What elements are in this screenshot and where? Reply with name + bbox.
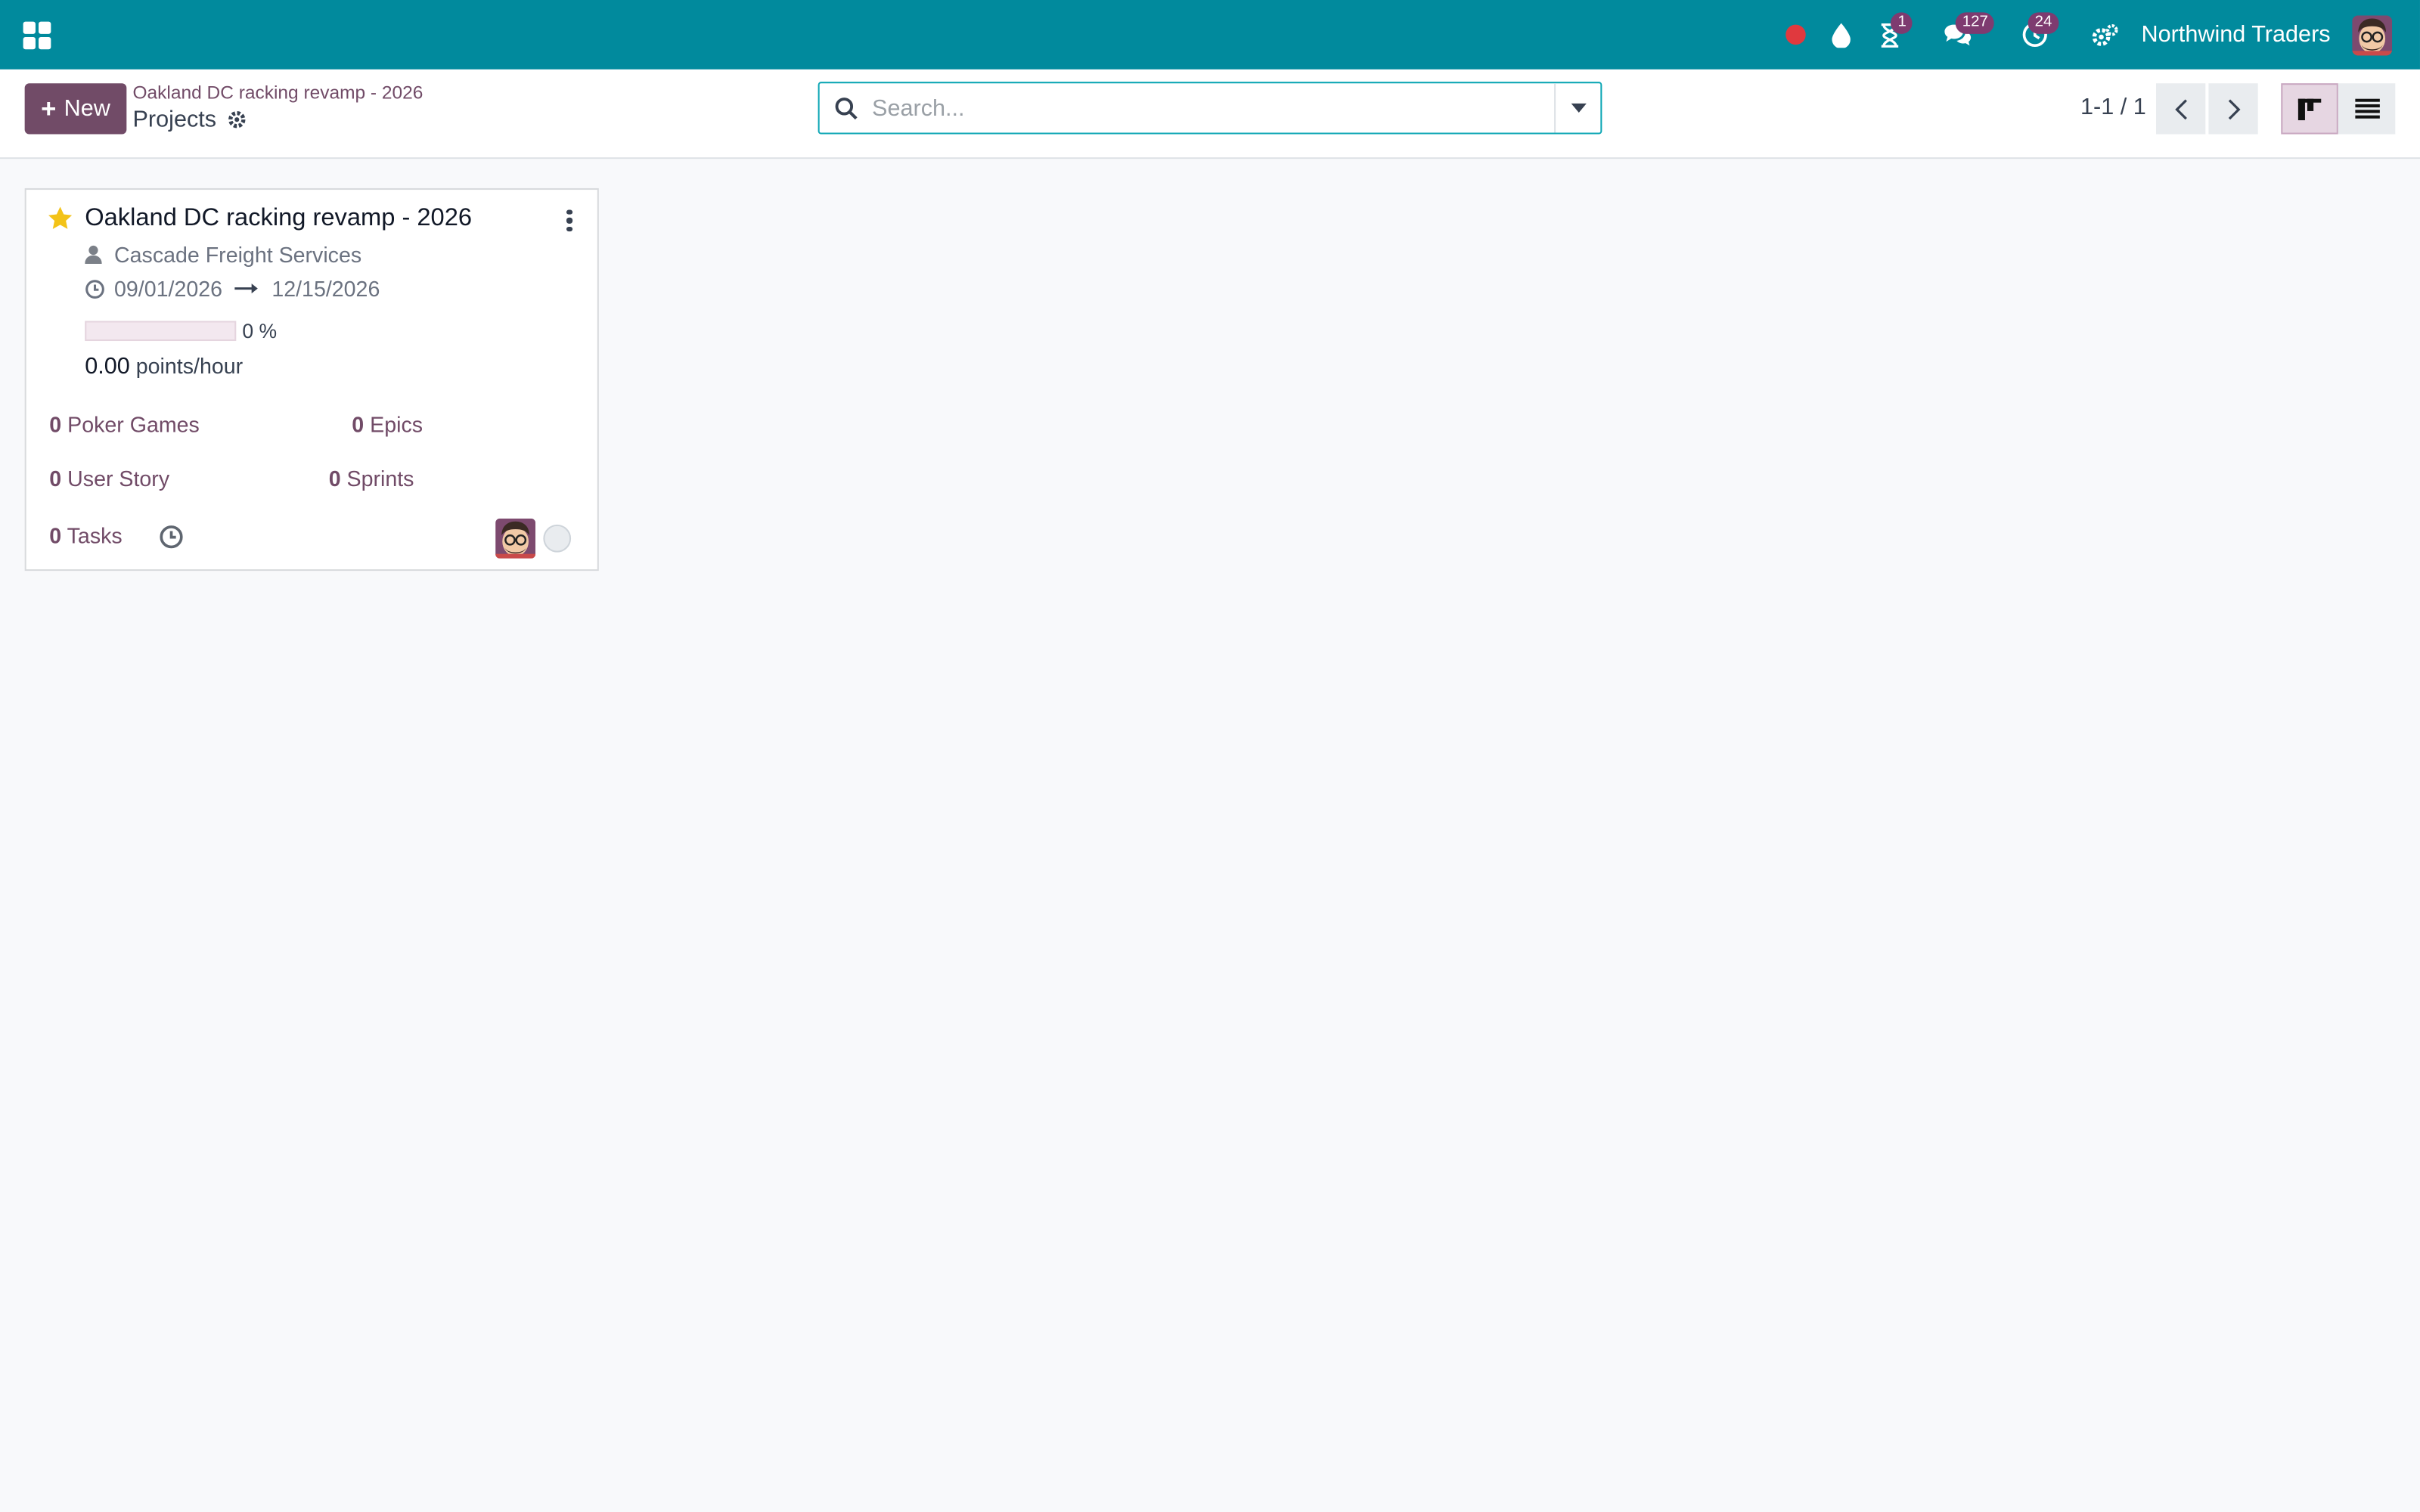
top-navbar: 1 127 24 Northwind Traders bbox=[0, 0, 2420, 70]
user-story-link[interactable]: 0 User Story bbox=[49, 466, 169, 491]
progress-bar bbox=[85, 321, 237, 342]
project-title[interactable]: Oakland DC racking revamp - 2026 bbox=[85, 205, 472, 233]
clock-icon bbox=[85, 279, 104, 298]
pager-value[interactable]: 1-1 / 1 bbox=[2080, 94, 2146, 120]
company-name: Northwind Traders bbox=[2141, 21, 2331, 48]
systray: 1 127 24 Northwind Traders bbox=[1774, 0, 2420, 70]
date-start: 09/01/2026 bbox=[114, 276, 223, 301]
poker-games-link[interactable]: 0 Poker Games bbox=[49, 412, 200, 437]
activity-badge: 1 bbox=[1891, 12, 1913, 34]
new-button-label: New bbox=[64, 95, 110, 122]
search-input[interactable] bbox=[872, 85, 1555, 132]
timesheet-button[interactable]: 24 bbox=[2009, 0, 2061, 70]
search-options-toggle[interactable] bbox=[1554, 83, 1600, 133]
breadcrumb-current: Projects bbox=[133, 107, 247, 133]
user-icon bbox=[85, 245, 102, 264]
cogs-icon bbox=[2093, 23, 2119, 45]
favorite-star-icon[interactable] bbox=[48, 206, 73, 237]
project-status-indicator[interactable] bbox=[543, 524, 572, 553]
company-switcher[interactable]: Northwind Traders bbox=[2141, 0, 2330, 70]
activity-clock-icon[interactable] bbox=[159, 525, 184, 557]
date-end: 12/15/2026 bbox=[271, 276, 380, 301]
user-story-count: 0 bbox=[49, 466, 62, 491]
drop-icon[interactable] bbox=[1820, 0, 1863, 70]
new-project-button[interactable]: + New bbox=[24, 83, 127, 135]
kanban-icon bbox=[2297, 98, 2322, 120]
velocity-unit: points/hour bbox=[135, 353, 244, 378]
apps-menu-icon[interactable] bbox=[18, 17, 52, 51]
breadcrumb-current-label: Projects bbox=[132, 106, 217, 133]
pager-previous-button[interactable] bbox=[2155, 83, 2206, 135]
settings-cogs-button[interactable] bbox=[2083, 0, 2129, 70]
customer-name: Cascade Freight Services bbox=[114, 242, 362, 268]
epics-link[interactable]: 0 Epics bbox=[352, 412, 423, 437]
caret-down-icon bbox=[1570, 103, 1586, 113]
progress-label: 0 % bbox=[242, 319, 278, 343]
progress-row: 0 % bbox=[85, 319, 277, 342]
kanban-view-button[interactable] bbox=[2281, 83, 2338, 135]
project-kanban-page: 1 127 24 Northwind Traders + New Oakland… bbox=[0, 0, 2420, 1512]
sprints-link[interactable]: 0 Sprints bbox=[329, 466, 414, 491]
tasks-count: 0 bbox=[49, 522, 62, 548]
gear-icon[interactable] bbox=[227, 110, 247, 130]
project-card[interactable]: Oakland DC racking revamp - 2026 Cascade… bbox=[24, 187, 599, 572]
velocity-value: 0.00 bbox=[85, 353, 130, 380]
plus-icon: + bbox=[41, 94, 57, 124]
epics-count: 0 bbox=[352, 411, 365, 437]
breadcrumb-parent-link[interactable]: Oakland DC racking revamp - 2026 bbox=[133, 82, 424, 104]
messages-button[interactable]: 127 bbox=[1928, 0, 1994, 70]
search-bar bbox=[818, 82, 1602, 135]
user-story-label: User Story bbox=[67, 466, 170, 491]
sprints-count: 0 bbox=[328, 466, 341, 491]
user-avatar bbox=[2352, 14, 2393, 55]
list-view-button[interactable] bbox=[2338, 83, 2396, 135]
pager-next-button[interactable] bbox=[2208, 83, 2258, 135]
poker-games-count: 0 bbox=[49, 411, 62, 437]
date-range-row: 09/01/2026 12/15/2026 bbox=[85, 276, 380, 301]
card-menu-kebab-icon[interactable] bbox=[557, 205, 582, 236]
arrow-right-icon bbox=[234, 284, 258, 294]
epics-label: Epics bbox=[370, 411, 424, 437]
messages-badge: 127 bbox=[1956, 12, 1994, 34]
customer-row: Cascade Freight Services bbox=[85, 242, 361, 267]
project-manager-avatar[interactable] bbox=[495, 518, 536, 559]
sprints-label: Sprints bbox=[346, 466, 414, 491]
velocity-row: 0.00 points/hour bbox=[85, 353, 243, 380]
user-menu[interactable] bbox=[2352, 0, 2393, 70]
activity-hourglass-button[interactable]: 1 bbox=[1866, 0, 1913, 70]
chevron-left-icon bbox=[2174, 98, 2186, 119]
search-icon bbox=[820, 83, 872, 132]
tasks-label: Tasks bbox=[67, 522, 123, 548]
poker-games-label: Poker Games bbox=[67, 411, 200, 437]
timesheet-badge: 24 bbox=[2028, 12, 2059, 34]
tasks-link[interactable]: 0 Tasks bbox=[49, 523, 122, 548]
control-panel: + New Oakland DC racking revamp - 2026 P… bbox=[0, 69, 2420, 160]
record-indicator[interactable] bbox=[1774, 0, 1817, 70]
list-icon bbox=[2354, 98, 2379, 119]
record-dot-icon bbox=[1786, 24, 1806, 45]
chevron-right-icon bbox=[2227, 98, 2240, 119]
